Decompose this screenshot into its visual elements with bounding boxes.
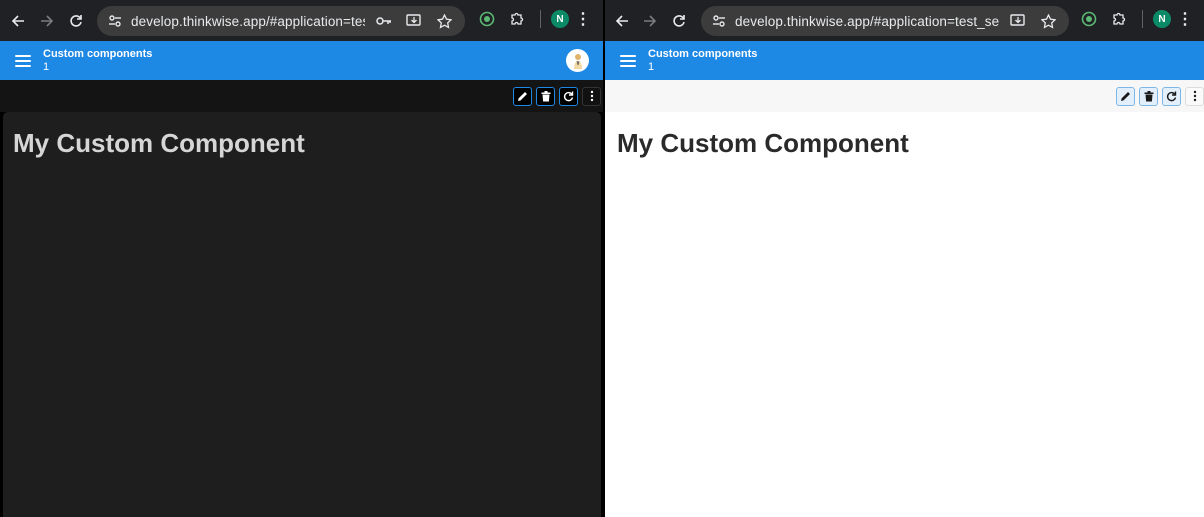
pencil-icon [518, 91, 527, 101]
extension-badge-icon[interactable] [1076, 6, 1102, 32]
more-vertical-icon[interactable]: ⋮ [573, 9, 593, 29]
delete-button[interactable] [536, 86, 555, 106]
browser-toolbar: develop.thinkwise.app/#application=test_… [605, 0, 1204, 41]
custom-component-area: My Custom Component [605, 112, 1204, 517]
refresh-icon [563, 91, 574, 101]
tune-icon[interactable] [105, 11, 125, 31]
install-app-icon[interactable] [1005, 8, 1031, 34]
more-actions-button[interactable] [1185, 86, 1204, 106]
refresh-icon [1166, 91, 1177, 101]
user-avatar-icon [573, 53, 582, 69]
toolbar-separator [540, 10, 541, 28]
pencil-icon [1121, 91, 1130, 101]
trash-icon [541, 90, 550, 101]
address-bar[interactable]: develop.thinkwise.app/#application=test_… [701, 6, 1069, 36]
trash-icon [1144, 90, 1153, 101]
edit-button[interactable] [1116, 86, 1135, 106]
browser-window-dark: develop.thinkwise.app/#application=test_… [0, 0, 603, 517]
more-vertical-icon [1193, 90, 1196, 102]
more-actions-button[interactable] [582, 86, 601, 106]
puzzle-icon[interactable] [1106, 6, 1132, 32]
reload-button[interactable] [62, 7, 90, 35]
hamburger-menu-icon[interactable] [620, 54, 636, 67]
arrow-left-icon [615, 15, 628, 27]
refresh-button[interactable] [1162, 86, 1181, 106]
component-heading: My Custom Component [13, 128, 305, 158]
form-toolbar [0, 80, 603, 112]
browser-toolbar: develop.thinkwise.app/#application=test_… [0, 0, 603, 41]
page-title: Custom components [43, 47, 153, 60]
extension-badge-icon[interactable] [474, 6, 500, 32]
arrow-right-icon [644, 15, 657, 27]
star-icon[interactable] [431, 8, 457, 34]
page-title: Custom components [648, 47, 758, 60]
form-toolbar [605, 80, 1204, 112]
key-icon[interactable] [371, 8, 397, 34]
refresh-button[interactable] [559, 86, 578, 106]
reload-icon [673, 15, 685, 27]
more-vertical-icon [590, 90, 593, 102]
tune-icon[interactable] [709, 11, 729, 31]
profile-avatar[interactable]: N [1153, 10, 1171, 28]
puzzle-icon[interactable] [504, 6, 530, 32]
hamburger-menu-icon[interactable] [15, 54, 31, 67]
header-text: Custom components 1 [43, 48, 152, 74]
component-heading: My Custom Component [617, 128, 909, 158]
back-button[interactable] [4, 7, 32, 35]
arrow-left-icon [11, 15, 24, 27]
header-text: Custom components 1 [648, 48, 757, 74]
edit-button[interactable] [513, 86, 532, 106]
star-icon[interactable] [1035, 8, 1061, 34]
page-subtitle: 1 [648, 60, 655, 73]
more-vertical-icon[interactable]: ⋮ [1175, 9, 1195, 29]
app-header: Custom components 1 [605, 41, 1204, 80]
app-header: Custom components 1 [0, 41, 603, 80]
address-bar[interactable]: develop.thinkwise.app/#application=test_… [97, 6, 465, 36]
reload-icon [70, 15, 82, 27]
reload-button[interactable] [665, 7, 693, 35]
page-subtitle: 1 [43, 60, 50, 73]
toolbar-separator [1142, 10, 1143, 28]
profile-avatar[interactable]: N [551, 10, 569, 28]
install-app-icon[interactable] [401, 8, 427, 34]
delete-button[interactable] [1139, 86, 1158, 106]
custom-component-area: My Custom Component [3, 112, 601, 517]
arrow-right-icon [41, 15, 54, 27]
url-text[interactable]: develop.thinkwise.app/#application=test_… [735, 14, 999, 29]
browser-window-light: develop.thinkwise.app/#application=test_… [605, 0, 1204, 517]
forward-button[interactable] [636, 7, 664, 35]
back-button[interactable] [608, 7, 636, 35]
url-text[interactable]: develop.thinkwise.app/#application=test_… [131, 14, 365, 29]
user-avatar[interactable] [566, 49, 589, 72]
forward-button[interactable] [33, 7, 61, 35]
